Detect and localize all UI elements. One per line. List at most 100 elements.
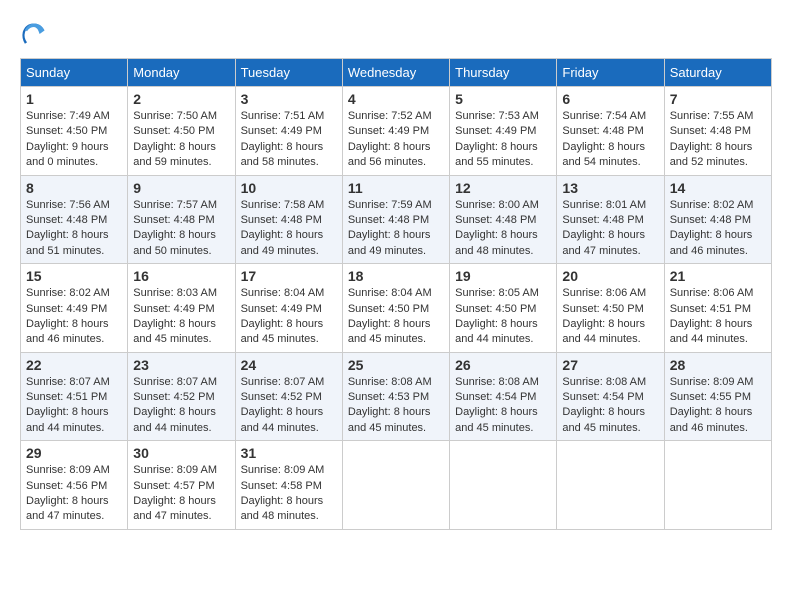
day-number: 15 [26,268,122,284]
day-info: Sunrise: 8:00 AM Sunset: 4:48 PM Dayligh… [455,198,551,260]
day-info: Sunrise: 8:09 AM Sunset: 4:56 PM Dayligh… [26,463,122,525]
day-number: 14 [670,180,766,196]
header-sunday: Sunday [21,59,128,87]
day-number: 18 [348,268,444,284]
calendar-day-cell: 30 Sunrise: 8:09 AM Sunset: 4:57 PM Dayl… [128,441,235,530]
calendar-day-cell: 14 Sunrise: 8:02 AM Sunset: 4:48 PM Dayl… [664,175,771,264]
calendar-day-cell: 19 Sunrise: 8:05 AM Sunset: 4:50 PM Dayl… [450,264,557,353]
calendar-day-cell: 15 Sunrise: 8:02 AM Sunset: 4:49 PM Dayl… [21,264,128,353]
day-number: 7 [670,91,766,107]
day-number: 16 [133,268,229,284]
calendar-header-row: SundayMondayTuesdayWednesdayThursdayFrid… [21,59,772,87]
day-number: 13 [562,180,658,196]
calendar-day-cell: 4 Sunrise: 7:52 AM Sunset: 4:49 PM Dayli… [342,87,449,176]
day-info: Sunrise: 8:04 AM Sunset: 4:49 PM Dayligh… [241,286,337,348]
calendar-day-cell: 27 Sunrise: 8:08 AM Sunset: 4:54 PM Dayl… [557,352,664,441]
day-info: Sunrise: 8:08 AM Sunset: 4:54 PM Dayligh… [455,375,551,437]
empty-cell [664,441,771,530]
calendar-day-cell: 29 Sunrise: 8:09 AM Sunset: 4:56 PM Dayl… [21,441,128,530]
calendar-day-cell: 10 Sunrise: 7:58 AM Sunset: 4:48 PM Dayl… [235,175,342,264]
calendar-day-cell: 21 Sunrise: 8:06 AM Sunset: 4:51 PM Dayl… [664,264,771,353]
day-number: 8 [26,180,122,196]
calendar-week-row: 29 Sunrise: 8:09 AM Sunset: 4:56 PM Dayl… [21,441,772,530]
day-number: 31 [241,445,337,461]
day-number: 1 [26,91,122,107]
calendar-day-cell: 11 Sunrise: 7:59 AM Sunset: 4:48 PM Dayl… [342,175,449,264]
day-info: Sunrise: 8:07 AM Sunset: 4:52 PM Dayligh… [241,375,337,437]
day-info: Sunrise: 8:08 AM Sunset: 4:53 PM Dayligh… [348,375,444,437]
day-number: 26 [455,357,551,373]
day-info: Sunrise: 7:55 AM Sunset: 4:48 PM Dayligh… [670,109,766,171]
calendar-day-cell: 18 Sunrise: 8:04 AM Sunset: 4:50 PM Dayl… [342,264,449,353]
day-info: Sunrise: 7:54 AM Sunset: 4:48 PM Dayligh… [562,109,658,171]
logo-icon [20,20,48,48]
empty-cell [557,441,664,530]
day-number: 11 [348,180,444,196]
day-info: Sunrise: 8:02 AM Sunset: 4:48 PM Dayligh… [670,198,766,260]
empty-cell [450,441,557,530]
day-number: 5 [455,91,551,107]
calendar-day-cell: 2 Sunrise: 7:50 AM Sunset: 4:50 PM Dayli… [128,87,235,176]
calendar-week-row: 15 Sunrise: 8:02 AM Sunset: 4:49 PM Dayl… [21,264,772,353]
calendar-week-row: 8 Sunrise: 7:56 AM Sunset: 4:48 PM Dayli… [21,175,772,264]
calendar-day-cell: 8 Sunrise: 7:56 AM Sunset: 4:48 PM Dayli… [21,175,128,264]
day-info: Sunrise: 8:08 AM Sunset: 4:54 PM Dayligh… [562,375,658,437]
header-tuesday: Tuesday [235,59,342,87]
day-number: 22 [26,357,122,373]
header-saturday: Saturday [664,59,771,87]
calendar-day-cell: 7 Sunrise: 7:55 AM Sunset: 4:48 PM Dayli… [664,87,771,176]
day-info: Sunrise: 7:50 AM Sunset: 4:50 PM Dayligh… [133,109,229,171]
day-info: Sunrise: 7:58 AM Sunset: 4:48 PM Dayligh… [241,198,337,260]
day-info: Sunrise: 7:53 AM Sunset: 4:49 PM Dayligh… [455,109,551,171]
calendar-day-cell: 1 Sunrise: 7:49 AM Sunset: 4:50 PM Dayli… [21,87,128,176]
day-info: Sunrise: 8:09 AM Sunset: 4:55 PM Dayligh… [670,375,766,437]
calendar-day-cell: 5 Sunrise: 7:53 AM Sunset: 4:49 PM Dayli… [450,87,557,176]
day-number: 30 [133,445,229,461]
calendar-table: SundayMondayTuesdayWednesdayThursdayFrid… [20,58,772,530]
calendar-day-cell: 20 Sunrise: 8:06 AM Sunset: 4:50 PM Dayl… [557,264,664,353]
day-info: Sunrise: 8:09 AM Sunset: 4:58 PM Dayligh… [241,463,337,525]
logo [20,20,52,48]
header-thursday: Thursday [450,59,557,87]
day-number: 20 [562,268,658,284]
page-header [20,20,772,48]
day-number: 17 [241,268,337,284]
day-number: 10 [241,180,337,196]
day-number: 19 [455,268,551,284]
day-info: Sunrise: 7:51 AM Sunset: 4:49 PM Dayligh… [241,109,337,171]
day-number: 9 [133,180,229,196]
day-info: Sunrise: 8:02 AM Sunset: 4:49 PM Dayligh… [26,286,122,348]
day-info: Sunrise: 7:52 AM Sunset: 4:49 PM Dayligh… [348,109,444,171]
calendar-day-cell: 24 Sunrise: 8:07 AM Sunset: 4:52 PM Dayl… [235,352,342,441]
calendar-day-cell: 17 Sunrise: 8:04 AM Sunset: 4:49 PM Dayl… [235,264,342,353]
calendar-day-cell: 25 Sunrise: 8:08 AM Sunset: 4:53 PM Dayl… [342,352,449,441]
day-info: Sunrise: 8:03 AM Sunset: 4:49 PM Dayligh… [133,286,229,348]
calendar-day-cell: 3 Sunrise: 7:51 AM Sunset: 4:49 PM Dayli… [235,87,342,176]
calendar-day-cell: 9 Sunrise: 7:57 AM Sunset: 4:48 PM Dayli… [128,175,235,264]
day-number: 28 [670,357,766,373]
day-number: 4 [348,91,444,107]
day-number: 24 [241,357,337,373]
day-info: Sunrise: 8:07 AM Sunset: 4:52 PM Dayligh… [133,375,229,437]
day-number: 27 [562,357,658,373]
day-info: Sunrise: 8:05 AM Sunset: 4:50 PM Dayligh… [455,286,551,348]
calendar-day-cell: 31 Sunrise: 8:09 AM Sunset: 4:58 PM Dayl… [235,441,342,530]
calendar-day-cell: 16 Sunrise: 8:03 AM Sunset: 4:49 PM Dayl… [128,264,235,353]
calendar-week-row: 1 Sunrise: 7:49 AM Sunset: 4:50 PM Dayli… [21,87,772,176]
day-info: Sunrise: 8:06 AM Sunset: 4:50 PM Dayligh… [562,286,658,348]
day-number: 23 [133,357,229,373]
calendar-day-cell: 26 Sunrise: 8:08 AM Sunset: 4:54 PM Dayl… [450,352,557,441]
day-number: 29 [26,445,122,461]
calendar-day-cell: 6 Sunrise: 7:54 AM Sunset: 4:48 PM Dayli… [557,87,664,176]
calendar-day-cell: 22 Sunrise: 8:07 AM Sunset: 4:51 PM Dayl… [21,352,128,441]
day-info: Sunrise: 7:56 AM Sunset: 4:48 PM Dayligh… [26,198,122,260]
calendar-day-cell: 28 Sunrise: 8:09 AM Sunset: 4:55 PM Dayl… [664,352,771,441]
header-friday: Friday [557,59,664,87]
calendar-day-cell: 12 Sunrise: 8:00 AM Sunset: 4:48 PM Dayl… [450,175,557,264]
header-monday: Monday [128,59,235,87]
day-info: Sunrise: 7:57 AM Sunset: 4:48 PM Dayligh… [133,198,229,260]
day-info: Sunrise: 8:09 AM Sunset: 4:57 PM Dayligh… [133,463,229,525]
day-number: 3 [241,91,337,107]
day-number: 21 [670,268,766,284]
empty-cell [342,441,449,530]
